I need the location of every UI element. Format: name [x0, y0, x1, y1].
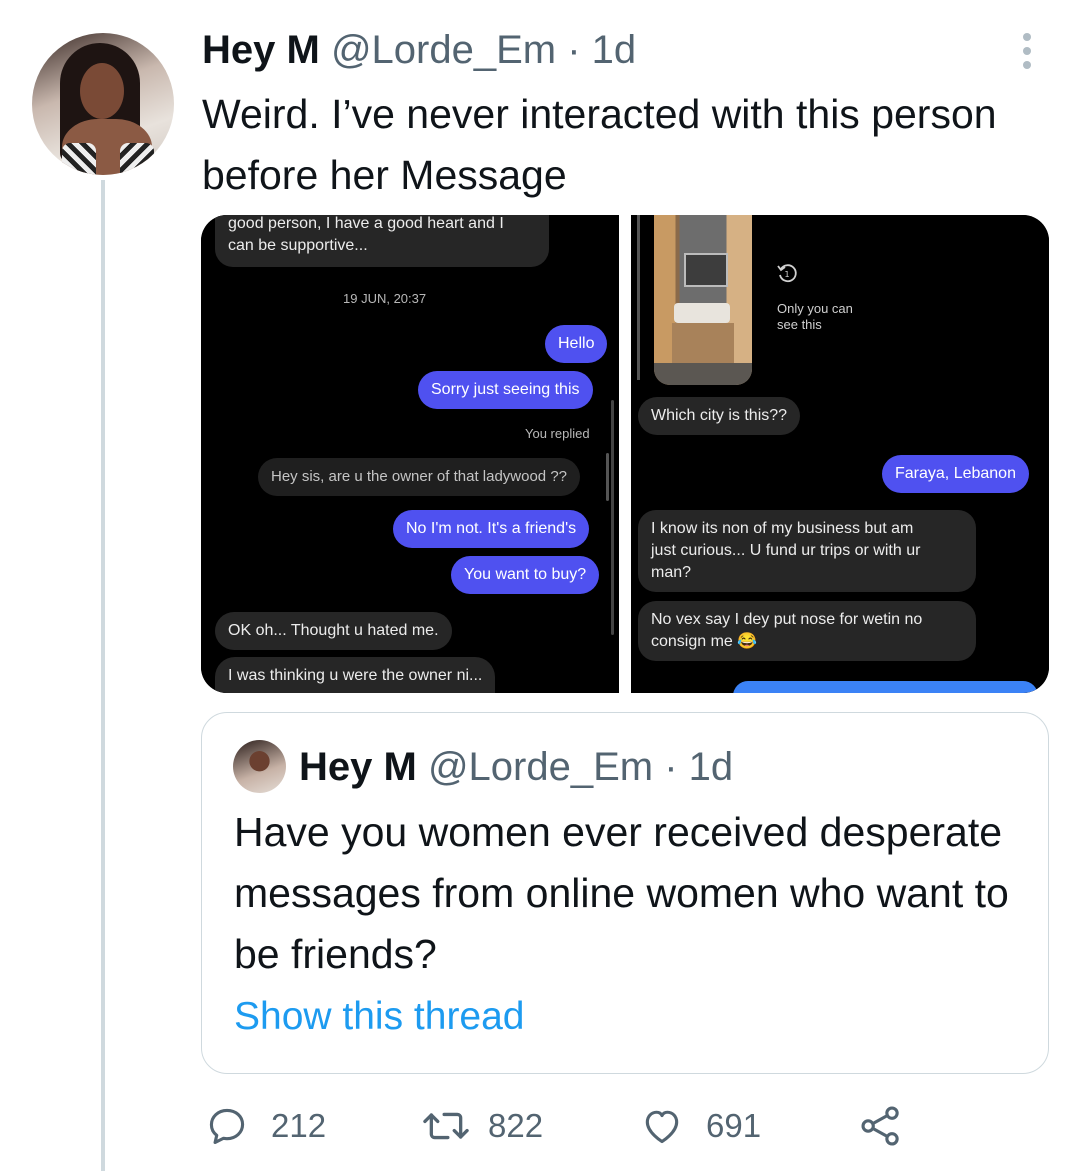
- message-bubble: Which city is this??: [638, 397, 801, 435]
- like-count: 691: [706, 1107, 762, 1144]
- tweet-media[interactable]: good person, I have a good heart and I c…: [201, 215, 1049, 693]
- tweet-timestamp[interactable]: 1d: [592, 28, 637, 72]
- share-icon: [861, 1106, 899, 1146]
- separator-dot: ·: [567, 28, 581, 72]
- message-bubble: Hey sis, are u the owner of that ladywoo…: [258, 458, 581, 496]
- svg-text:1: 1: [785, 270, 790, 279]
- replay-icon: 1: [777, 264, 797, 283]
- message-text: No vex say I dey put nose for wetin no: [651, 611, 923, 628]
- thread-connector-line: [101, 180, 105, 1171]
- message-bubble: No I'm not. It's a friend's: [393, 510, 590, 548]
- view-once-label: Only you can: [777, 301, 853, 316]
- tweet-header: Hey M @Lorde_Em · 1d: [202, 26, 636, 74]
- more-options-icon[interactable]: [1015, 33, 1039, 69]
- quoted-tweet-text: Have you women ever received desperate m…: [234, 809, 1009, 977]
- message-text: I know its non of my business but am: [651, 520, 914, 537]
- scrollbar[interactable]: [611, 400, 614, 635]
- message-bubble: OK oh... Thought u hated me.: [215, 612, 452, 650]
- message-text: man?: [651, 564, 692, 581]
- message-text: consign me 😂: [651, 633, 758, 650]
- retweet-icon: [423, 1112, 469, 1140]
- like-icon: [645, 1110, 679, 1144]
- message-text: just curious... U fund ur trips or with …: [651, 542, 921, 559]
- dm-screenshot-right[interactable]: 1 Only you can see this Which city is th…: [631, 215, 1049, 693]
- tweet-text: Weird. I’ve never interacted with this p…: [202, 91, 997, 198]
- share-button[interactable]: [858, 1100, 904, 1152]
- like-button[interactable]: 691: [640, 1100, 761, 1152]
- quoted-tweet-timestamp: 1d: [688, 745, 734, 789]
- reply-icon: [209, 1108, 245, 1145]
- reply-button[interactable]: 212: [205, 1100, 326, 1152]
- message-bubble: good person, I have a good heart and I c…: [215, 215, 549, 267]
- message-bubble: Sorry just seeing this: [418, 371, 593, 409]
- retweet-count: 822: [488, 1107, 544, 1144]
- shared-photo[interactable]: [654, 215, 752, 385]
- quoted-author-handle: @Lorde_Em: [427, 745, 654, 789]
- reply-count: 212: [271, 1107, 327, 1144]
- author-avatar[interactable]: [32, 33, 174, 175]
- view-once-label: see this: [777, 317, 822, 332]
- message-bubble: I know its non of my business but am jus…: [638, 510, 976, 592]
- partial-outgoing-bubble: [733, 681, 1038, 693]
- replied-label: You replied: [525, 426, 590, 441]
- retweet-button[interactable]: 822: [422, 1100, 543, 1152]
- scrollbar[interactable]: [606, 453, 609, 501]
- quoted-author-display-name: Hey M: [299, 745, 417, 789]
- message-bubble: Hello: [545, 325, 608, 363]
- date-stamp: 19 JUN, 20:37: [343, 291, 427, 306]
- show-thread-link[interactable]: Show this thread: [234, 992, 525, 1042]
- dm-screenshot-left[interactable]: good person, I have a good heart and I c…: [201, 215, 619, 693]
- message-bubble: No vex say I dey put nose for wetin no c…: [638, 601, 976, 661]
- quoted-author-avatar: [233, 740, 286, 793]
- separator-dot: ·: [664, 745, 678, 789]
- author-handle[interactable]: @Lorde_Em: [331, 28, 556, 72]
- message-bubble: You want to buy?: [451, 556, 600, 594]
- message-bubble: I was thinking u were the owner ni...: [215, 657, 496, 693]
- message-text: can be supportive...: [228, 237, 368, 254]
- message-text: good person, I have a good heart and I: [228, 215, 504, 232]
- message-bubble: Faraya, Lebanon: [882, 455, 1029, 493]
- quoted-tweet-header: Hey M @Lorde_Em · 1d: [299, 742, 733, 792]
- author-display-name[interactable]: Hey M: [202, 28, 320, 72]
